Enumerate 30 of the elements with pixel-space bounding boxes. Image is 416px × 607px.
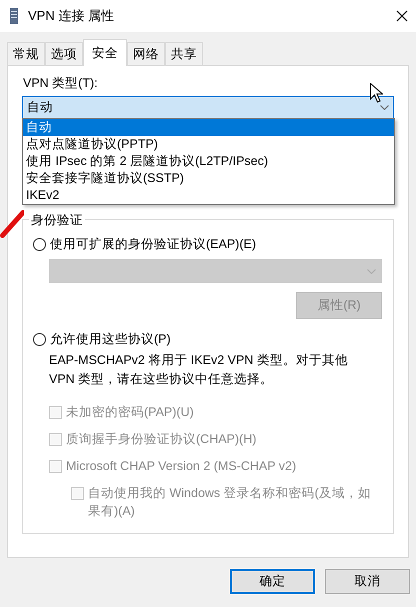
window-icon [10,8,18,24]
dropdown-option[interactable]: 使用 IPsec 的第 2 层隧道协议(L2TP/IPsec) [23,153,394,170]
checkbox-label: Microsoft CHAP Version 2 (MS-CHAP v2) [66,458,296,475]
tab[interactable]: 网络 [127,42,165,65]
dialog-button[interactable]: 确定 [230,569,315,594]
vpn-type-dropdown[interactable]: 自动 [22,96,394,119]
dialog-button[interactable]: 取消 [325,569,410,594]
checkbox-label: 质询握手身份验证协议(CHAP)(H) [66,431,256,448]
tab[interactable]: 常规 [7,42,45,65]
eap-dropdown[interactable] [49,259,382,283]
checkbox-label: 自动使用我的 Windows 登录名称和密码(及域，如果有)(A) [88,485,372,520]
close-icon[interactable] [396,10,408,22]
dropdown-option[interactable]: 安全套接字隧道协议(SSTP) [23,170,394,187]
chevron-down-icon [367,268,376,274]
checkbox-label: 未加密的密码(PAP)(U) [66,404,194,421]
radio-label: 允许使用这些协议(P) [50,330,171,348]
tab[interactable]: 安全 [83,39,127,66]
info-text: EAP-MSCHAPv2 将用于 IKEv2 VPN 类型。对于其他 VPN 类型，请在这些协议中任意选择。 [49,352,349,388]
field-label: VPN 类型(T): [22,75,99,92]
mouse-cursor-icon [370,83,383,103]
tab[interactable]: 共享 [165,42,203,65]
window-title: VPN 连接 属性 [28,7,115,26]
dropdown-option[interactable]: 点对点隧道协议(PPTP) [23,136,394,153]
chevron-down-icon [380,105,389,110]
radio-button[interactable] [33,332,46,346]
dropdown-option[interactable]: IKEv2 [23,187,394,204]
radio-label: 使用可扩展的身份验证协议(EAP)(E) [50,236,256,253]
dropdown-option[interactable]: 自动 [23,119,394,136]
tab[interactable]: 选项 [45,42,83,65]
radio-button[interactable] [33,238,46,250]
